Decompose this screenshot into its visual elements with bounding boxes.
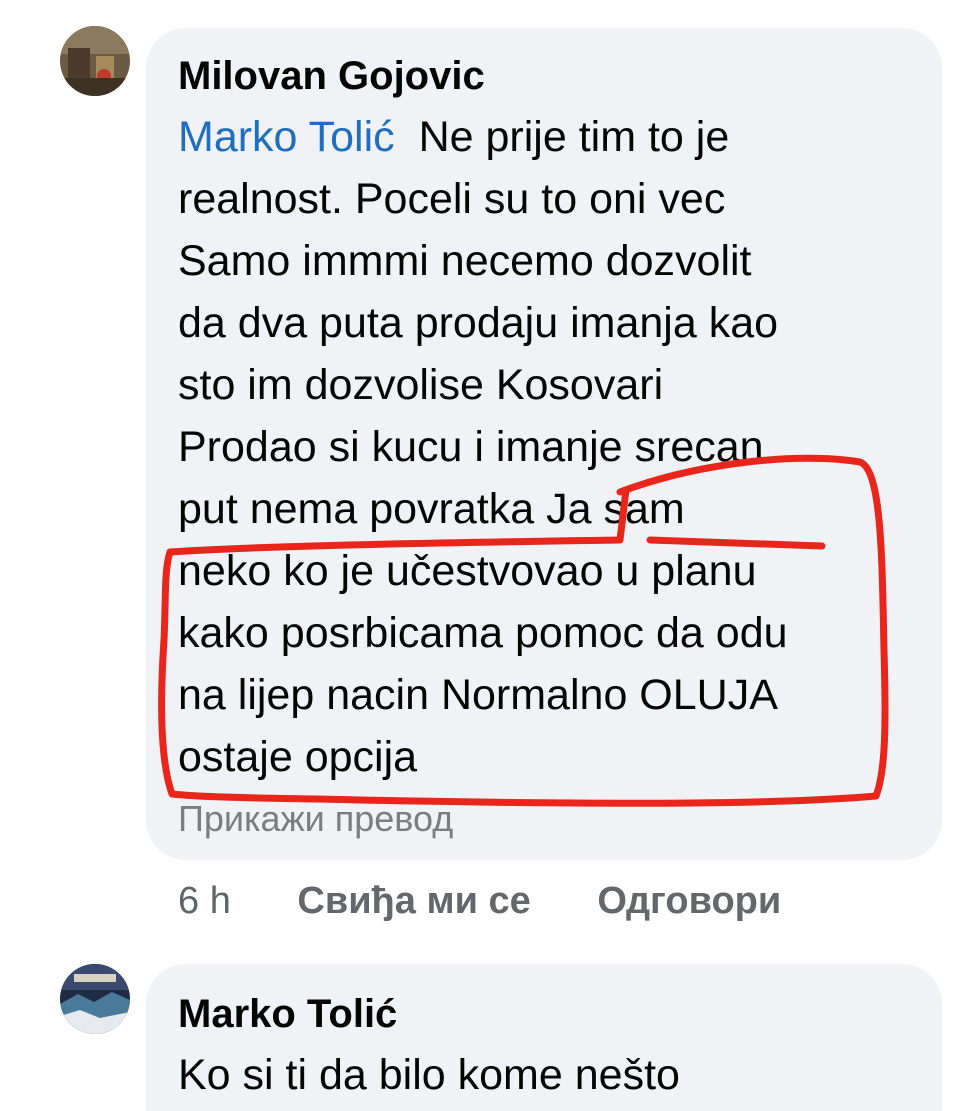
- comment-actions: 6 h Свиђа ми се Одговори: [178, 880, 781, 923]
- comment-line: sto im dozvolise Kosovari: [178, 361, 664, 409]
- comment-line: Samo immmi necemo dozvolit: [178, 237, 752, 285]
- comment-author[interactable]: Milovan Gojovic: [178, 54, 485, 99]
- comment-line: neko ko je učestvovao u planu: [178, 547, 757, 595]
- mention-link[interactable]: Marko Tolić: [178, 113, 395, 161]
- comment-line-text: Ne prije tim to je: [418, 113, 730, 161]
- avatar-image: [60, 964, 130, 1034]
- comment-line: kako posrbicama pomoc da odu: [178, 609, 788, 657]
- comment-line: ostaje opcija: [178, 733, 418, 781]
- see-translation-link[interactable]: Прикажи превод: [178, 798, 453, 840]
- comment-bubble: Marko Tolić Ko si ti da bilo kome nešto: [146, 964, 942, 1111]
- comment-line: realnost. Poceli su to oni vec: [178, 175, 726, 223]
- avatar-marko-tolic[interactable]: [60, 964, 130, 1034]
- comment-body: Marko Tolić Ne prije tim to je realnost.…: [178, 106, 788, 788]
- comment-thread: Milovan Gojovic Marko Tolić Ne prije tim…: [0, 0, 974, 1111]
- comment-timestamp[interactable]: 6 h: [178, 880, 231, 923]
- comment-line: da dva puta prodaju imanja kao: [178, 299, 779, 347]
- comment-author[interactable]: Marko Tolić: [178, 992, 397, 1037]
- like-button[interactable]: Свиђа ми се: [297, 880, 530, 923]
- comment-bubble: Milovan Gojovic Marko Tolić Ne prije tim…: [146, 28, 942, 860]
- comment-body: Ko si ti da bilo kome nešto: [178, 1044, 680, 1106]
- avatar-milovan-gojovic[interactable]: [60, 26, 130, 96]
- comment-line: Ko si ti da bilo kome nešto: [178, 1051, 680, 1099]
- comment-line: na lijep nacin Normalno OLUJA: [178, 671, 778, 719]
- comment-line: Marko Tolić Ne prije tim to je: [178, 106, 788, 168]
- reply-button[interactable]: Одговори: [597, 880, 781, 923]
- comment-line: put nema povratka Ja sam: [178, 485, 685, 533]
- avatar-image: [60, 26, 130, 96]
- comment-line: Prodao si kucu i imanje srecan: [178, 423, 764, 471]
